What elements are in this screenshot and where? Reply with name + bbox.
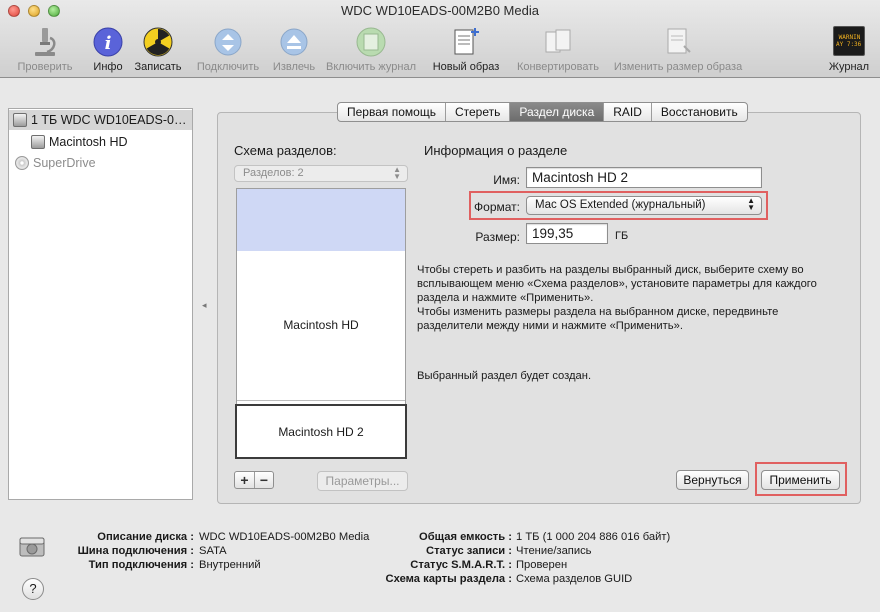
partition-info-heading: Информация о разделе — [424, 143, 568, 158]
connection-type-value: Внутренний — [199, 559, 261, 571]
convert-icon — [545, 29, 571, 53]
sidebar-item-superdrive[interactable]: SuperDrive — [9, 153, 192, 173]
options-button[interactable]: Параметры... — [317, 471, 408, 491]
volume-icon — [31, 135, 45, 149]
tab-bar: Первая помощь Стереть Раздел диска RAID … — [337, 102, 748, 122]
remove-partition-button[interactable]: − — [254, 472, 273, 488]
disk-list-sidebar: 1 ТБ WDC WD10EADS-0… Macintosh HD SuperD… — [8, 108, 193, 500]
size-unit: ГБ — [615, 230, 629, 242]
burn-radiation-icon — [143, 27, 173, 57]
console-log-icon: WARNIN AY 7:36 P — [833, 26, 865, 56]
eject-icon — [280, 28, 308, 56]
disk-description-label: Описание диска : — [97, 531, 194, 543]
highlight-apply-button — [755, 462, 847, 496]
partition-status-text: Выбранный раздел будет создан. — [417, 370, 592, 382]
highlight-format-row — [469, 191, 768, 220]
tab-partition[interactable]: Раздел диска — [510, 103, 605, 121]
journal-icon — [356, 27, 386, 57]
svg-text:i: i — [105, 33, 112, 54]
scheme-heading: Схема разделов: — [234, 143, 337, 158]
partition-name-field[interactable]: Macintosh HD 2 — [526, 167, 762, 188]
name-label: Имя: — [493, 173, 520, 187]
toolbar: WDC WD10EADS-00M2B0 Media Проверить i Ин… — [0, 0, 880, 78]
total-capacity-value: 1 ТБ (1 000 204 886 016 байт) — [516, 531, 671, 543]
add-remove-partition: + − — [234, 471, 274, 489]
smart-status-label: Статус S.M.A.R.T. : — [410, 559, 512, 571]
tab-raid[interactable]: RAID — [604, 103, 652, 121]
optical-drive-icon — [15, 156, 29, 170]
write-status-value: Чтение/запись — [516, 545, 592, 557]
partition-layout: Macintosh HD Macintosh HD 2 — [235, 188, 407, 459]
tab-erase[interactable]: Стереть — [446, 103, 511, 121]
microscope-icon — [35, 28, 56, 56]
window-title: WDC WD10EADS-00M2B0 Media — [341, 3, 539, 18]
partition-help-text: Чтобы стереть и разбить на разделы выбра… — [417, 264, 817, 332]
write-status-label: Статус записи : — [425, 545, 512, 557]
add-partition-button[interactable]: + — [235, 472, 254, 488]
connection-type-label: Тип подключения : — [88, 559, 194, 571]
sidebar-item-macintosh-hd[interactable]: Macintosh HD — [9, 132, 192, 152]
partition-count-popup[interactable]: Разделов: 2 ▲ ▼ — [234, 165, 408, 182]
partition-map-label: Схема карты раздела : — [385, 573, 512, 585]
partition-size-field[interactable]: 199,35 — [526, 223, 608, 244]
info-icon: i — [93, 27, 123, 57]
connection-bus-value: SATA — [199, 545, 227, 557]
tab-first-aid[interactable]: Первая помощь — [338, 103, 446, 121]
partition-macintosh-hd[interactable]: Macintosh HD — [237, 251, 405, 401]
revert-button[interactable]: Вернуться — [676, 470, 749, 490]
sidebar-item-disk[interactable]: 1 ТБ WDC WD10EADS-0… — [9, 110, 192, 130]
smart-status-value: Проверен — [516, 559, 568, 571]
partition-macintosh-hd-2[interactable]: Macintosh HD 2 — [235, 404, 407, 459]
size-label: Размер: — [475, 230, 520, 244]
free-space-area[interactable] — [237, 189, 405, 251]
total-capacity-label: Общая емкость : — [419, 531, 512, 543]
popup-arrows-icon: ▲ ▼ — [393, 165, 401, 181]
new-image-icon — [454, 28, 479, 55]
partition-map-value: Схема разделов GUID — [516, 573, 633, 585]
splitter-handle[interactable]: ◂ — [202, 300, 207, 311]
resize-image-icon — [667, 28, 691, 54]
help-button[interactable]: ? — [22, 578, 44, 600]
tab-restore[interactable]: Восстановить — [652, 103, 747, 121]
hard-disk-icon — [13, 113, 27, 127]
connection-bus-label: Шина подключения : — [77, 545, 194, 557]
mount-icon — [214, 28, 242, 56]
